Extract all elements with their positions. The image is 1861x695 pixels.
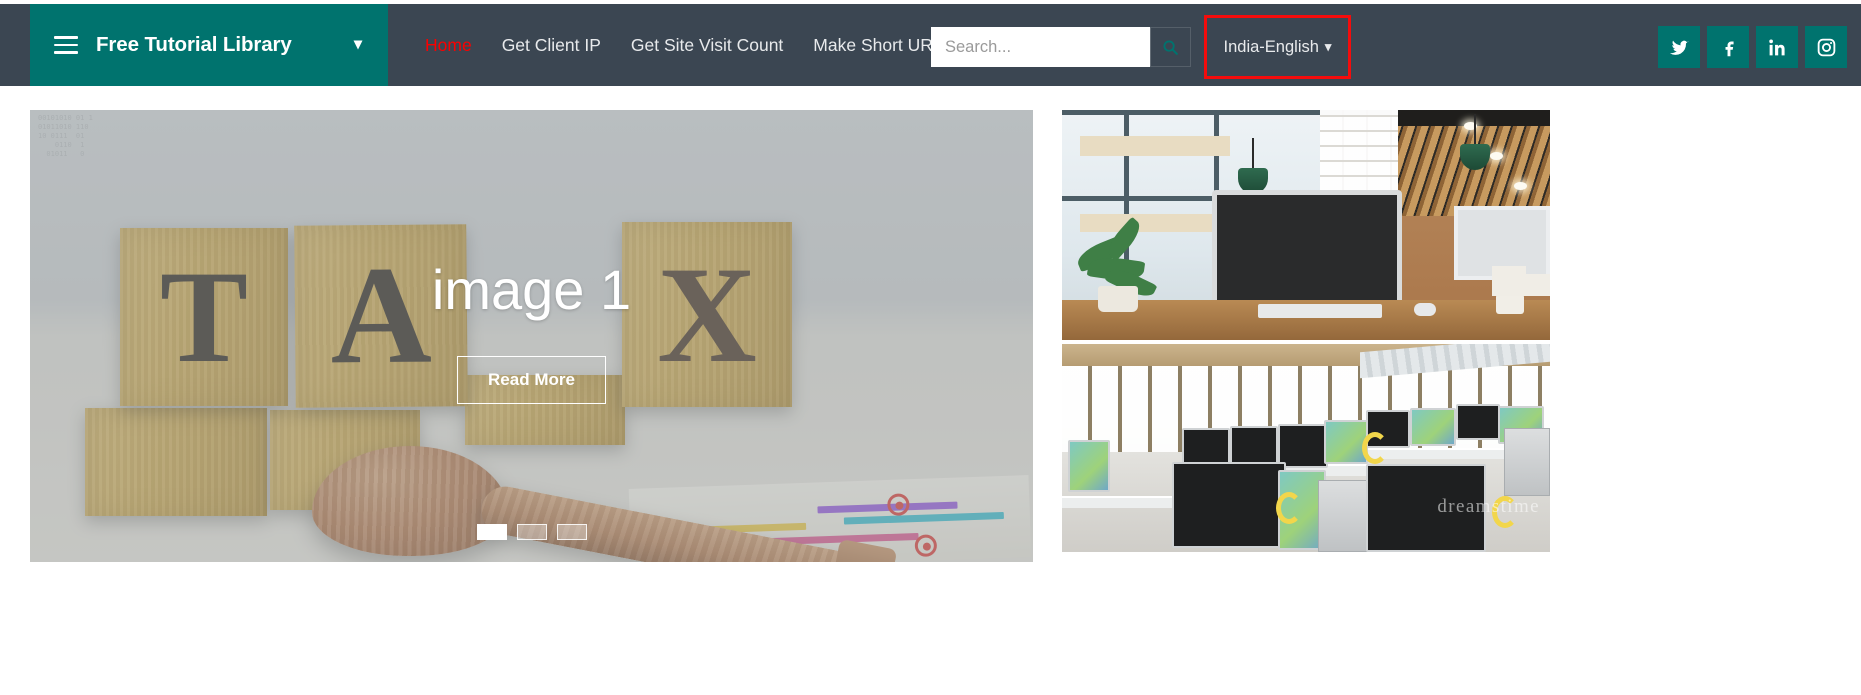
- brand-block[interactable]: Free Tutorial Library ▾: [30, 4, 388, 86]
- social-link-linkedin[interactable]: [1756, 26, 1798, 68]
- nav-item-home[interactable]: Home: [410, 4, 487, 86]
- search-icon: [1163, 39, 1178, 55]
- carousel-caption: image 1 Read More: [30, 262, 1033, 404]
- office-workspace-photo: [1062, 110, 1550, 340]
- headphones: [1362, 432, 1388, 464]
- search-button[interactable]: [1150, 27, 1191, 67]
- desktop-monitor: [1212, 190, 1402, 333]
- social-link-instagram[interactable]: [1805, 26, 1847, 68]
- instagram-icon: [1817, 38, 1835, 56]
- search-input[interactable]: [931, 27, 1150, 67]
- social-links: [1658, 26, 1847, 68]
- nav-item-get-client-ip[interactable]: Get Client IP: [487, 4, 616, 86]
- carousel-indicator-2[interactable]: [516, 524, 547, 540]
- mouse: [1414, 303, 1436, 316]
- twitter-icon: [1669, 40, 1689, 55]
- search-form: [931, 27, 1191, 67]
- potted-plant: [1072, 212, 1164, 312]
- site-header: Free Tutorial Library ▾ Home Get Client …: [0, 4, 1861, 86]
- carousel-title: image 1: [431, 258, 632, 321]
- linkedin-icon: [1768, 39, 1785, 55]
- read-more-button[interactable]: Read More: [457, 356, 606, 404]
- language-selector-label: India-English: [1223, 37, 1319, 56]
- social-link-facebook[interactable]: [1707, 26, 1749, 68]
- headphones: [1276, 492, 1302, 524]
- chevron-down-icon[interactable]: ▾: [354, 37, 366, 53]
- headphones: [1492, 496, 1518, 528]
- hamburger-icon[interactable]: [54, 36, 78, 54]
- language-selector[interactable]: India-English ▾: [1204, 15, 1351, 79]
- hero-carousel[interactable]: 00101010 01 1 01011010 110 10 0111 01 01…: [30, 110, 1033, 562]
- main-nav: Home Get Client IP Get Site Visit Count …: [410, 4, 958, 86]
- side-photo-column: dreamstime: [1062, 110, 1550, 552]
- social-link-twitter[interactable]: [1658, 26, 1700, 68]
- keyboard: [1258, 304, 1382, 318]
- main-content: 00101010 01 1 01011010 110 10 0111 01 01…: [0, 96, 1861, 695]
- computer-lab-photo: dreamstime: [1062, 344, 1550, 552]
- carousel-indicator-1[interactable]: [476, 524, 507, 540]
- carousel-indicator-3[interactable]: [556, 524, 587, 540]
- facebook-icon: [1725, 41, 1734, 56]
- chevron-down-icon: ▾: [1324, 39, 1332, 54]
- nav-item-get-site-visit-count[interactable]: Get Site Visit Count: [616, 4, 798, 86]
- carousel-indicators: [30, 524, 1033, 540]
- brand-title: Free Tutorial Library: [96, 33, 292, 56]
